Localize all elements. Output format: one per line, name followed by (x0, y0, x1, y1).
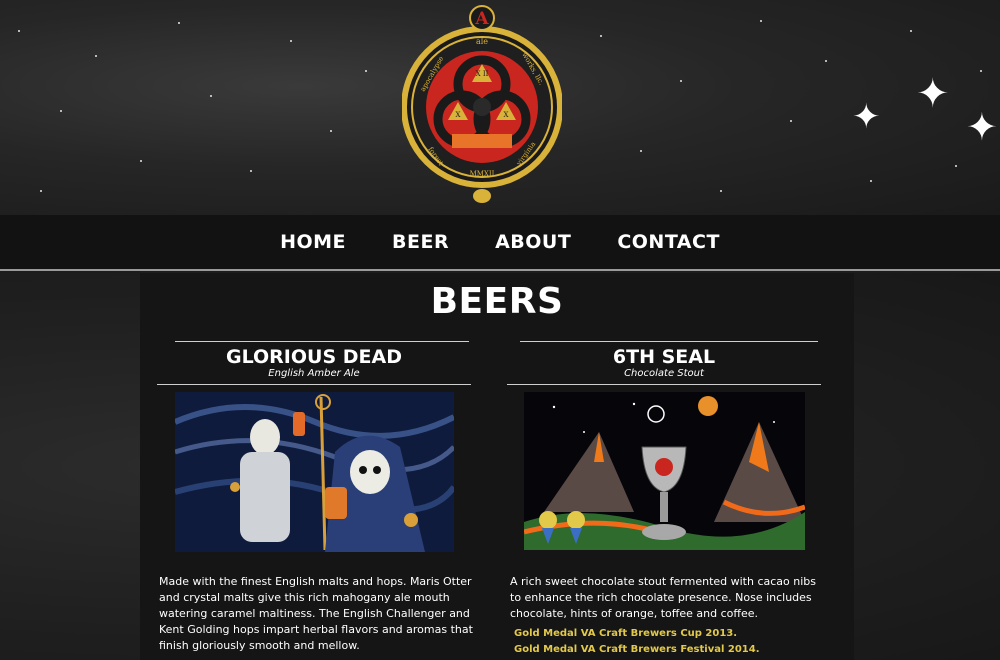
nav-contact[interactable]: CONTACT (617, 231, 720, 253)
brewery-logo[interactable]: A ale X II X X apocalypse works, llc. fo… (402, 4, 562, 208)
sparkle-icon: ✦ (966, 105, 998, 149)
beer-name: GLORIOUS DEAD (226, 346, 402, 368)
beer-description: Made with the finest English malts and h… (159, 575, 473, 652)
svg-text:X II: X II (476, 70, 489, 78)
main-navigation: HOME BEER ABOUT CONTACT (0, 215, 1000, 271)
page-title: BEERS (430, 281, 564, 322)
nav-beer[interactable]: BEER (392, 231, 449, 253)
divider (157, 384, 471, 385)
divider (175, 341, 469, 342)
svg-text:A: A (474, 9, 489, 29)
beer-style: Chocolate Stout (624, 368, 704, 379)
svg-text:X: X (504, 111, 509, 119)
beer-description: A rich sweet chocolate stout fermented w… (510, 575, 817, 620)
divider (507, 384, 821, 385)
header-banner: ✦ ✦ ✦ A ale X II X X apocalypse works, l… (0, 0, 1000, 215)
divider (520, 341, 818, 342)
sparkle-icon: ✦ (916, 71, 950, 117)
award-text: Gold Medal VA Craft Brewers Cup 2013. (514, 628, 738, 639)
svg-text:MMXII: MMXII (470, 170, 495, 178)
beer-style: English Amber Ale (268, 368, 360, 379)
nav-about[interactable]: ABOUT (495, 231, 571, 253)
award-text: Gold Medal VA Craft Brewers Festival 201… (514, 644, 760, 655)
beer-name: 6TH SEAL (612, 346, 716, 368)
6th-seal-label-art (524, 392, 805, 550)
svg-text:X: X (456, 111, 461, 119)
nav-home[interactable]: HOME (280, 231, 346, 253)
glorious-dead-label-art (175, 392, 454, 552)
sparkle-icon: ✦ (852, 97, 881, 137)
svg-text:ale: ale (476, 37, 488, 46)
